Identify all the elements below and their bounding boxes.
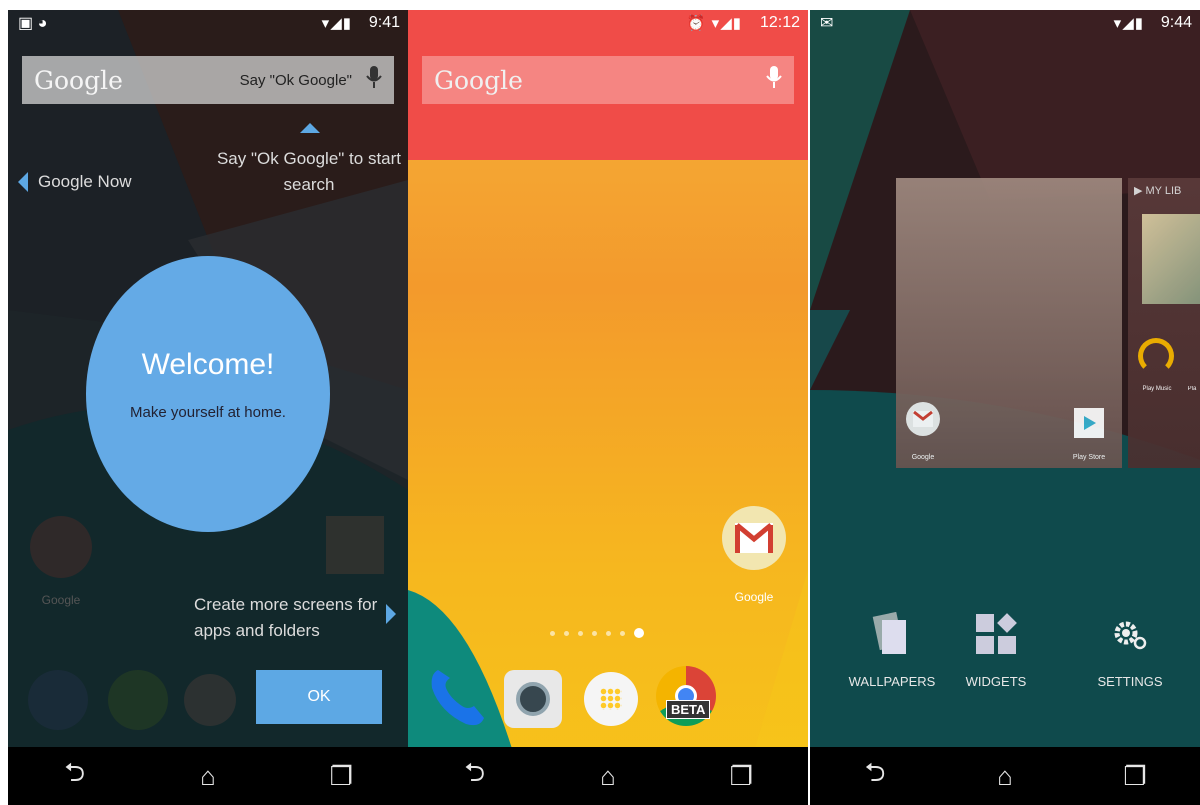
settings-menu-item[interactable]: SETTINGS bbox=[1075, 610, 1185, 689]
play-app-label-cut: Pla bbox=[1187, 386, 1197, 392]
page-dot-active bbox=[634, 628, 644, 638]
status-time: 9:41 bbox=[368, 14, 400, 31]
recents-icon[interactable]: ❐ bbox=[711, 761, 771, 792]
page-dot bbox=[564, 630, 569, 636]
google-search-bar[interactable]: Google Say "Ok Google" bbox=[22, 56, 394, 104]
phone-screen-homescreen: ⏰ ▾◢▮ 12:12 Google Google BETA ⮌ ⌂ ❐ bbox=[408, 10, 808, 805]
recents-icon[interactable]: ❐ bbox=[1105, 761, 1165, 792]
status-bar: ✉ ▾◢▮ 9:44 bbox=[810, 10, 1200, 38]
page-indicator bbox=[550, 628, 644, 638]
home-icon[interactable]: ⌂ bbox=[975, 761, 1035, 792]
alarm-wifi-signal-battery-icons: ⏰ ▾◢▮ bbox=[686, 15, 742, 32]
google-search-bar[interactable]: Google bbox=[422, 56, 794, 104]
chevron-left-icon bbox=[18, 172, 28, 192]
settings-label: SETTINGS bbox=[1097, 674, 1163, 689]
camera-app-icon[interactable] bbox=[504, 670, 562, 728]
playstore-app-label: Play Store bbox=[1072, 454, 1106, 461]
welcome-bubble: Welcome! Make yourself at home. bbox=[86, 256, 330, 532]
wallpapers-label: WALLPAPERS bbox=[848, 674, 936, 689]
my-library-header: ▶ MY LIB bbox=[1134, 185, 1182, 197]
settings-icon bbox=[1075, 610, 1185, 660]
ok-google-tip: Say "Ok Google" to start search bbox=[216, 149, 402, 194]
gmail-app-icon-dim bbox=[30, 516, 92, 578]
wallpapers-icon bbox=[837, 610, 947, 660]
app-drawer-icon-dim bbox=[184, 674, 236, 726]
wifi-signal-battery-icons: ▾◢▮ bbox=[1113, 15, 1144, 32]
playstore-app-icon-dim bbox=[326, 516, 384, 574]
google-logo: Google bbox=[434, 65, 523, 95]
google-folder-label: Google bbox=[911, 454, 935, 461]
widgets-icon bbox=[941, 610, 1051, 660]
app-drawer-icon[interactable] bbox=[584, 672, 638, 726]
phone-app-icon-dim bbox=[28, 670, 88, 730]
more-screens-tip: Create more screens for apps and folders bbox=[194, 595, 378, 640]
tip-arrow-up-icon bbox=[300, 123, 320, 133]
phone-app-icon[interactable] bbox=[426, 664, 492, 730]
ok-button[interactable]: OK bbox=[256, 670, 382, 724]
wifi-signal-battery-icons: ▾◢▮ bbox=[321, 15, 352, 32]
phone-screen-welcome: ▣ ◕ ▾◢▮ 9:41 Google Say "Ok Google" Say … bbox=[8, 10, 408, 805]
adjacent-page-preview[interactable]: ▶ MY LIB Play Music Pla bbox=[1128, 178, 1200, 468]
page-dot bbox=[578, 630, 583, 636]
chrome-beta-app-icon[interactable]: BETA bbox=[656, 666, 716, 726]
hangouts-app-icon-dim bbox=[108, 670, 168, 730]
microphone-icon[interactable] bbox=[760, 65, 788, 95]
google-now-label: Google Now bbox=[38, 172, 132, 191]
gmail-notification-icon: ✉ bbox=[820, 15, 834, 32]
back-icon[interactable]: ⮌ bbox=[45, 754, 105, 798]
welcome-body: Make yourself at home. bbox=[130, 404, 286, 421]
notification-icons: ▣ ◕ bbox=[18, 15, 48, 32]
gmail-app-icon[interactable] bbox=[722, 506, 786, 570]
page-dot bbox=[620, 630, 625, 636]
navigation-bar: ⮌ ⌂ ❐ bbox=[810, 747, 1200, 805]
status-time: 12:12 bbox=[759, 14, 800, 31]
page-dot bbox=[550, 630, 555, 636]
google-folder-icon[interactable] bbox=[906, 402, 940, 436]
my-library-label: MY LIB bbox=[1145, 185, 1182, 197]
playstore-app-icon[interactable] bbox=[1074, 408, 1104, 438]
headphones-icon bbox=[1138, 338, 1174, 374]
homescreen-page-preview[interactable]: Google Play Store bbox=[896, 178, 1122, 468]
home-icon[interactable]: ⌂ bbox=[178, 761, 238, 792]
microphone-icon[interactable] bbox=[360, 65, 388, 95]
ok-google-hint: Say "Ok Google" bbox=[239, 71, 352, 89]
play-music-label: Play Music bbox=[1142, 386, 1172, 392]
page-dot bbox=[592, 630, 597, 636]
back-icon[interactable]: ⮌ bbox=[445, 754, 505, 798]
status-bar: ⏰ ▾◢▮ 12:12 bbox=[408, 10, 808, 38]
wallpapers-menu-item[interactable]: WALLPAPERS bbox=[837, 610, 947, 689]
recents-icon[interactable]: ❐ bbox=[311, 761, 371, 792]
welcome-title: Welcome! bbox=[141, 348, 275, 381]
google-now-hint[interactable]: Google Now bbox=[18, 172, 132, 192]
camera-lens-icon bbox=[516, 682, 550, 716]
status-bar: ▣ ◕ ▾◢▮ 9:41 bbox=[8, 10, 408, 38]
google-logo: Google bbox=[34, 65, 123, 95]
grid-dots-icon bbox=[600, 688, 622, 710]
widgets-menu-item[interactable]: WIDGETS bbox=[941, 610, 1051, 689]
widgets-label: WIDGETS bbox=[965, 674, 1027, 689]
back-icon[interactable]: ⮌ bbox=[845, 754, 905, 798]
status-time: 9:44 bbox=[1160, 14, 1192, 31]
chevron-right-icon bbox=[386, 604, 396, 624]
gmail-app-label-dim: Google bbox=[41, 593, 81, 607]
page-dot bbox=[606, 630, 611, 636]
album-art-thumbnail bbox=[1142, 214, 1200, 304]
phone-screen-overview: ✉ ▾◢▮ 9:44 Google Play Store ▶ MY LIB Pl… bbox=[810, 10, 1200, 805]
chrome-beta-badge: BETA bbox=[666, 700, 711, 719]
navigation-bar: ⮌ ⌂ ❐ bbox=[8, 747, 408, 805]
home-icon[interactable]: ⌂ bbox=[578, 761, 638, 792]
gmail-app-label: Google bbox=[734, 590, 774, 604]
navigation-bar: ⮌ ⌂ ❐ bbox=[408, 747, 808, 805]
